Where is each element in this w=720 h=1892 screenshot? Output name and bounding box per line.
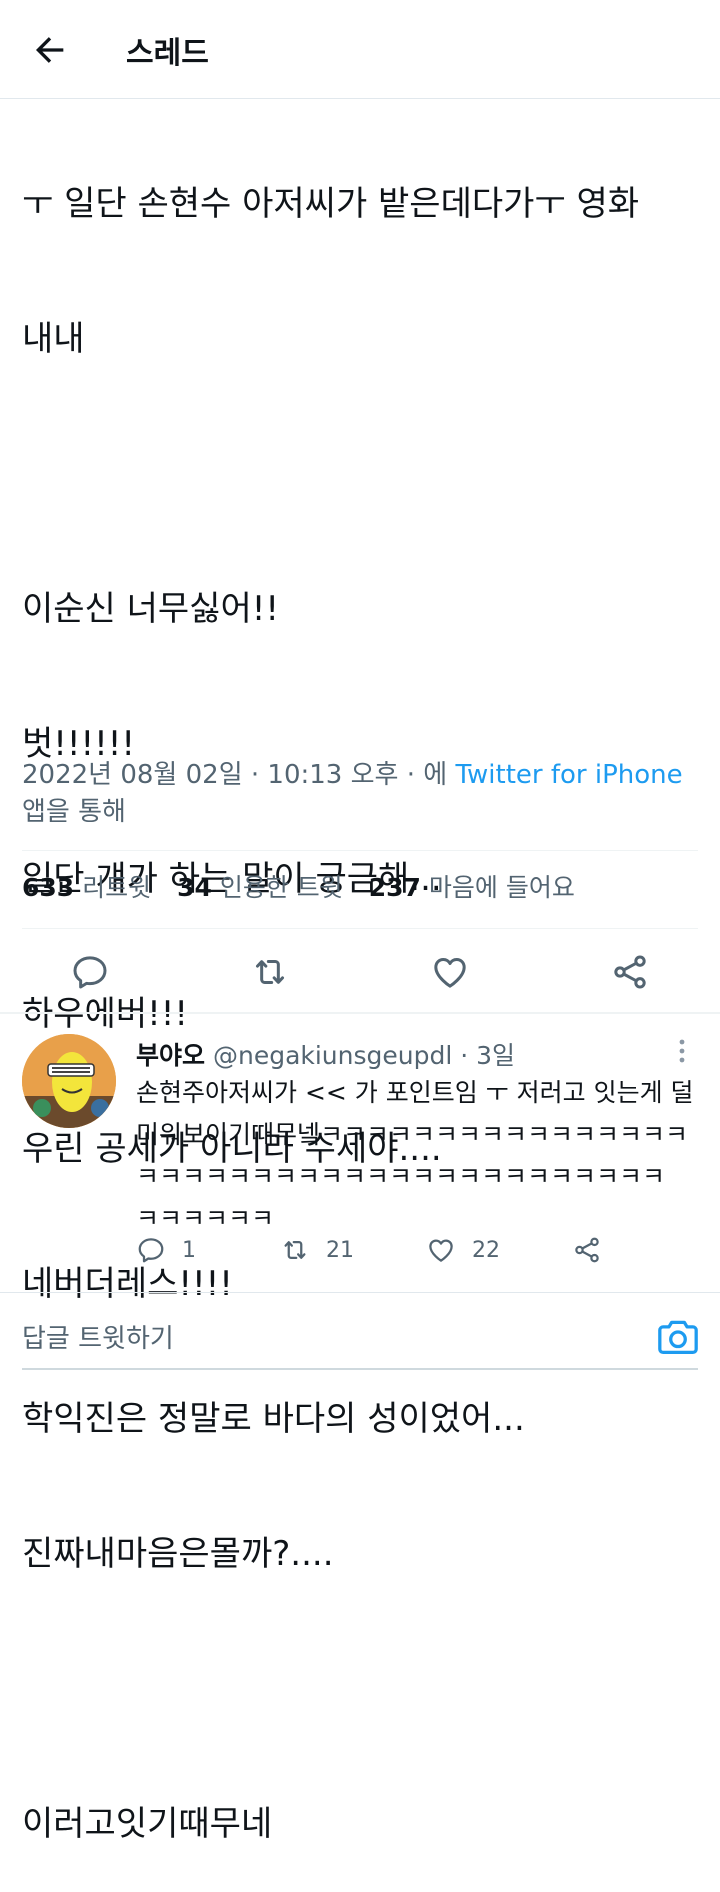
tweet-line: 이순신 너무싫어!! bbox=[22, 589, 280, 629]
reply-author-handle[interactable]: @negakiunsgeupdl · 3일 bbox=[213, 1041, 515, 1070]
tweet-source-link[interactable]: Twitter for iPhone bbox=[455, 760, 682, 790]
reply-reply-count: 1 bbox=[182, 1237, 196, 1263]
retweets-label[interactable]: 리트윗 bbox=[82, 873, 151, 902]
back-arrow-icon[interactable] bbox=[30, 30, 70, 70]
reply-line: 손현주아저씨가 << 가 포인트임 ㅜ 저러고 잇는게 덜 bbox=[136, 1078, 694, 1107]
camera-icon[interactable] bbox=[656, 1316, 700, 1356]
compose-underline bbox=[22, 1368, 698, 1370]
tweet-timestamp: 2022년 08월 02일 · 10:13 오후 · 에 bbox=[22, 760, 448, 790]
reply-text: 손현주아저씨가 << 가 포인트임 ㅜ 저러고 잇는게 덜 미워보이기때무넼ㅋㅋ… bbox=[136, 1072, 696, 1240]
divider bbox=[0, 1292, 720, 1293]
like-heart-icon[interactable] bbox=[430, 952, 470, 992]
reply-like-count: 22 bbox=[472, 1237, 500, 1263]
tweet-line: 학익진은 정말로 바다의 성이었어... bbox=[22, 1399, 525, 1439]
reply-icon bbox=[138, 1238, 164, 1263]
reply-reply-button[interactable]: 1 bbox=[136, 1232, 196, 1268]
tweet-source-suffix: 앱을 통해 bbox=[22, 797, 126, 827]
likes-label[interactable]: 마음에 들어요 bbox=[429, 873, 575, 902]
reply-compose-input[interactable]: 답글 트윗하기 bbox=[22, 1318, 174, 1355]
reply-retweet-button[interactable]: 21 bbox=[280, 1232, 354, 1268]
tweet-line: ㅜ 일단 손현수 아저씨가 밭은데다가ㅜ 영화 bbox=[22, 184, 640, 224]
reply-icon[interactable] bbox=[70, 952, 110, 992]
tweet-line: 진짜내마음은몰까?.... bbox=[22, 1534, 334, 1574]
share-icon[interactable] bbox=[610, 952, 650, 992]
reply-header: 부야오 @negakiunsgeupdl · 3일 bbox=[136, 1036, 515, 1072]
reply-line: 미워보이기때무넼ㅋㅋㅋㅋㅋㅋㅋㅋㅋㅋㅋㅋㅋㅋㅋㅋ bbox=[136, 1120, 689, 1149]
like-heart-icon bbox=[429, 1239, 453, 1262]
quotes-label[interactable]: 인용한 트윗 bbox=[220, 873, 343, 902]
page-title: 스레드 bbox=[126, 36, 209, 71]
share-icon bbox=[575, 1237, 599, 1263]
more-options-icon[interactable] bbox=[672, 1036, 692, 1066]
reply-author-name[interactable]: 부야오 bbox=[136, 1041, 205, 1070]
likes-count[interactable]: 237 bbox=[369, 873, 421, 902]
top-bar: 스레드 bbox=[0, 0, 720, 99]
tweet-metadata: 2022년 08월 02일 · 10:13 오후 · 에 Twitter for… bbox=[22, 757, 698, 831]
quotes-count[interactable]: 34 bbox=[177, 873, 212, 902]
tweet-actions bbox=[0, 940, 720, 1004]
reply-like-button[interactable]: 22 bbox=[426, 1232, 500, 1268]
reply-share-button[interactable] bbox=[572, 1232, 618, 1268]
retweet-icon bbox=[284, 1241, 306, 1259]
tweet-line bbox=[22, 1667, 702, 1712]
avatar[interactable] bbox=[22, 1034, 116, 1128]
tweet-line bbox=[22, 452, 702, 497]
divider bbox=[22, 850, 698, 851]
tweet-stats: 633 리트윗 34 인용한 트윗 237 마음에 들어요 bbox=[22, 868, 575, 904]
retweets-count[interactable]: 633 bbox=[22, 873, 74, 902]
reply-retweet-count: 21 bbox=[326, 1237, 354, 1263]
reply-line: ㅋㅋㅋㅋㅋㅋㅋㅋㅋㅋㅋㅋㅋㅋㅋㅋㅋㅋㅋㅋㅋㅋㅋ bbox=[136, 1162, 666, 1191]
tweet-line: 내내 bbox=[22, 319, 85, 359]
retweet-icon[interactable] bbox=[250, 952, 290, 992]
divider bbox=[22, 928, 698, 929]
tweet-line: 이러고잇기때무네 bbox=[22, 1804, 273, 1844]
